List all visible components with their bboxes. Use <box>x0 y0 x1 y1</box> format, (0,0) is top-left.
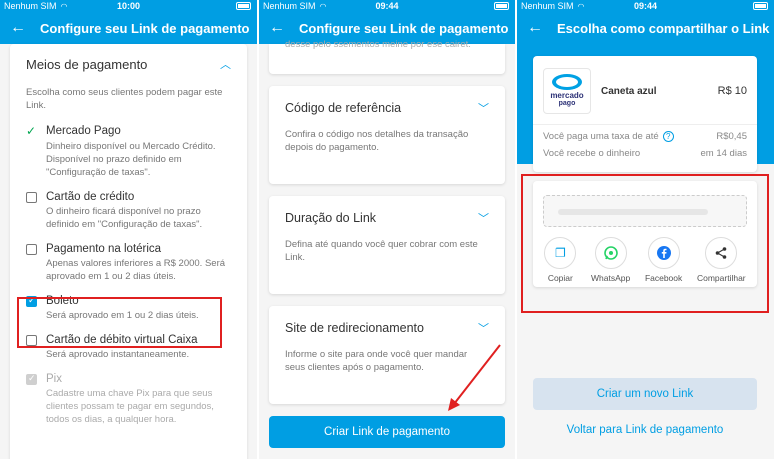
logo-line2: pago <box>558 100 576 107</box>
section-title: Meios de pagamento <box>26 56 148 72</box>
section-description: Escolha como seus clientes podem pagar e… <box>26 87 223 111</box>
link-settings-screen: Nenhum SIM ◠ 09:44 ← Configure seu Link … <box>259 0 515 459</box>
app-bar: ← Configure seu Link de pagamento <box>0 12 257 44</box>
product-name: Caneta azul <box>601 85 657 97</box>
section-header[interactable]: Meios de pagamento ︿ <box>26 56 231 72</box>
product-price: R$ 10 <box>717 85 747 97</box>
checkbox[interactable] <box>26 243 37 255</box>
option-description: Apenas valores inferiores a R$ 2000. Ser… <box>46 258 226 282</box>
back-arrow-icon[interactable]: ← <box>527 19 543 37</box>
status-bar: Nenhum SIM ◠ 09:44 <box>517 0 774 12</box>
highlight-box <box>17 297 222 348</box>
mercado-pago-logo: mercado pago <box>543 68 591 114</box>
option-label: Cartão de crédito <box>46 191 135 203</box>
payment-methods-card: Meios de pagamento ︿ Escolha como seus c… <box>10 44 247 459</box>
receive-row: Você recebe o dinheiro em 14 dias <box>533 148 757 159</box>
product-card: mercado pago Caneta azul R$ 10 Você paga… <box>533 56 757 172</box>
fee-row: Você paga uma taxa de até? R$0,45 <box>533 131 757 142</box>
payment-methods-screen: Nenhum SIM ◠ 10:00 ← Configure seu Link … <box>0 0 257 459</box>
fee-value: R$0,45 <box>716 131 747 142</box>
back-arrow-icon[interactable]: ← <box>10 19 26 37</box>
option-label: Pagamento na lotérica <box>46 243 162 255</box>
share-link-screen: Nenhum SIM ◠ 09:44 ← Escolha como compar… <box>517 0 774 459</box>
clock: 09:44 <box>633 1 658 11</box>
page-title: Configure seu Link de pagamento <box>40 20 250 36</box>
battery-icon <box>753 2 768 10</box>
option-loterica[interactable]: Pagamento na lotérica Apenas valores inf… <box>26 243 231 283</box>
check-icon: ✓ <box>26 124 37 138</box>
option-mercado-pago: ✓ Mercado Pago Dinheiro disponível ou Mer… <box>26 124 231 179</box>
new-link-button[interactable]: Criar um novo Link <box>533 378 757 410</box>
clock: 10:00 <box>116 1 141 11</box>
help-icon[interactable]: ? <box>662 131 674 142</box>
option-pix: Pix Cadastre uma chave Pix para que seus… <box>26 373 231 426</box>
option-description: Dinheiro disponível ou Mercado Crédito. … <box>46 141 216 178</box>
option-description: Será aprovado instantaneamente. <box>46 349 190 360</box>
highlight-box <box>521 174 769 313</box>
page-title: Escolha como compartilhar o Link <box>557 20 770 36</box>
receive-value: em 14 dias <box>700 148 747 159</box>
checkbox-disabled <box>26 373 37 385</box>
checkbox[interactable] <box>26 191 37 203</box>
receive-label: Você recebe o dinheiro <box>543 148 641 159</box>
option-credit-card[interactable]: Cartão de crédito O dinheiro ficará disp… <box>26 191 231 231</box>
logo-line1: mercado <box>550 91 584 100</box>
handshake-icon <box>552 74 582 90</box>
status-bar: Nenhum SIM ◠ 10:00 <box>0 0 257 12</box>
back-to-payment-link[interactable]: Voltar para Link de pagamento <box>533 424 757 436</box>
option-description: O dinheiro ficará disponível no prazo de… <box>46 206 203 230</box>
red-arrow-icon <box>448 344 501 411</box>
option-label: Pix <box>46 373 62 385</box>
option-description: Cadastre uma chave Pix para que seus cli… <box>46 388 214 425</box>
app-bar: ← Escolha como compartilhar o Link <box>517 12 774 44</box>
chevron-up-icon[interactable]: ︿ <box>220 56 231 72</box>
option-label: Mercado Pago <box>46 125 121 137</box>
battery-icon <box>236 2 251 10</box>
fee-label: Você paga uma taxa de até <box>543 131 659 142</box>
